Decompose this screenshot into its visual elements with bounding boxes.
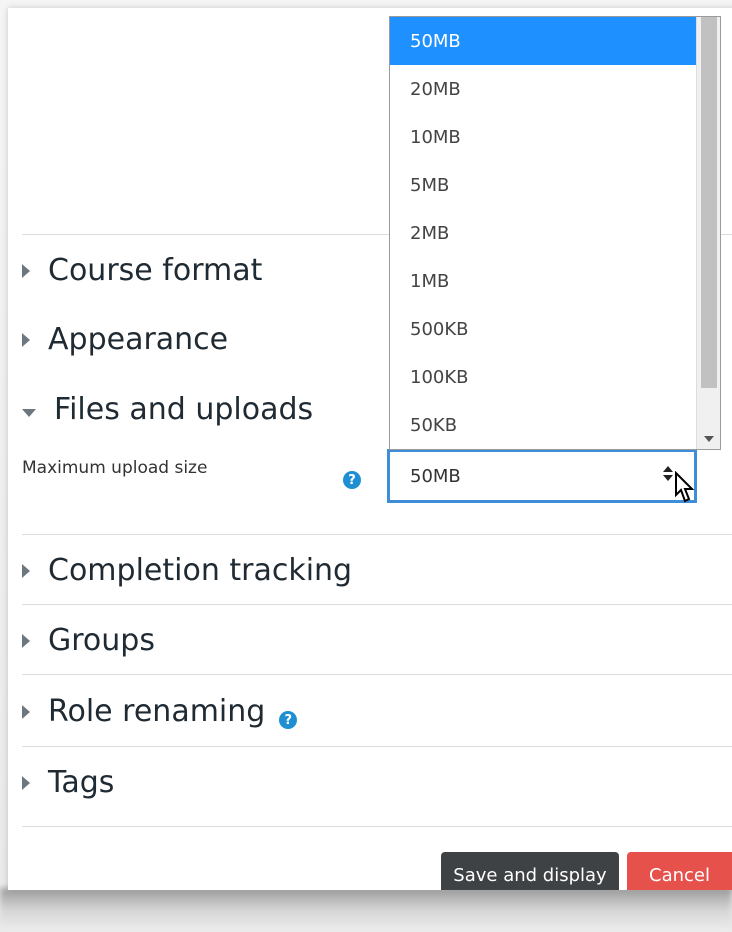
dropdown-scrollbar[interactable] bbox=[696, 17, 720, 449]
cancel-button[interactable]: Cancel bbox=[627, 852, 732, 890]
dropdown-option-500kb[interactable]: 500KB bbox=[390, 305, 696, 353]
section-tags[interactable]: Tags bbox=[22, 746, 732, 817]
section-title: Course format bbox=[48, 252, 263, 288]
select-arrows-icon bbox=[662, 463, 674, 487]
form-divider bbox=[22, 826, 732, 827]
scrollbar-thumb[interactable] bbox=[701, 17, 717, 388]
arrow-down-icon bbox=[663, 475, 673, 481]
dropdown-option-2mb[interactable]: 2MB bbox=[390, 209, 696, 257]
section-title: Files and uploads bbox=[54, 391, 314, 427]
dropdown-option-20mb[interactable]: 20MB bbox=[390, 65, 696, 113]
scroll-down-arrow-icon[interactable] bbox=[704, 436, 714, 442]
upload-size-dropdown[interactable]: 50MB 20MB 10MB 5MB 2MB 1MB 500KB 100KB 5… bbox=[389, 16, 721, 450]
section-title: Appearance bbox=[48, 321, 229, 357]
collapsed-caret-icon bbox=[22, 776, 30, 790]
section-role-renaming[interactable]: Role renaming ? bbox=[22, 674, 732, 747]
section-title: Tags bbox=[48, 764, 115, 800]
selected-value: 50MB bbox=[410, 465, 461, 487]
section-groups[interactable]: Groups bbox=[22, 604, 732, 675]
max-upload-size-label: Maximum upload size bbox=[22, 458, 208, 478]
help-icon[interactable]: ? bbox=[343, 471, 361, 489]
expanded-caret-icon bbox=[22, 409, 36, 417]
course-settings-page: Course format Appearance Files and uploa… bbox=[8, 8, 732, 890]
mouse-pointer-icon bbox=[675, 471, 695, 503]
bottom-shadow bbox=[0, 888, 732, 932]
dropdown-option-100kb[interactable]: 100KB bbox=[390, 353, 696, 401]
collapsed-caret-icon bbox=[22, 634, 30, 648]
save-and-display-button[interactable]: Save and display bbox=[441, 852, 619, 890]
dropdown-option-50kb[interactable]: 50KB bbox=[390, 401, 696, 449]
collapsed-caret-icon bbox=[22, 264, 30, 278]
dropdown-option-50mb[interactable]: 50MB bbox=[390, 17, 696, 65]
section-title: Role renaming bbox=[48, 693, 266, 729]
help-icon[interactable]: ? bbox=[279, 711, 298, 729]
section-completion-tracking[interactable]: Completion tracking bbox=[22, 534, 732, 605]
dropdown-option-1mb[interactable]: 1MB bbox=[390, 257, 696, 305]
arrow-up-icon bbox=[663, 466, 673, 472]
dropdown-option-5mb[interactable]: 5MB bbox=[390, 161, 696, 209]
section-title: Completion tracking bbox=[48, 552, 353, 588]
collapsed-caret-icon bbox=[22, 564, 30, 578]
collapsed-caret-icon bbox=[22, 333, 30, 347]
collapsed-caret-icon bbox=[22, 705, 30, 719]
screenshot-canvas: Course format Appearance Files and uploa… bbox=[0, 0, 732, 932]
dropdown-options-list: 50MB 20MB 10MB 5MB 2MB 1MB 500KB 100KB 5… bbox=[390, 17, 696, 449]
section-title: Groups bbox=[48, 622, 155, 658]
dropdown-option-10mb[interactable]: 10MB bbox=[390, 113, 696, 161]
max-upload-size-select[interactable]: 50MB bbox=[387, 449, 697, 503]
